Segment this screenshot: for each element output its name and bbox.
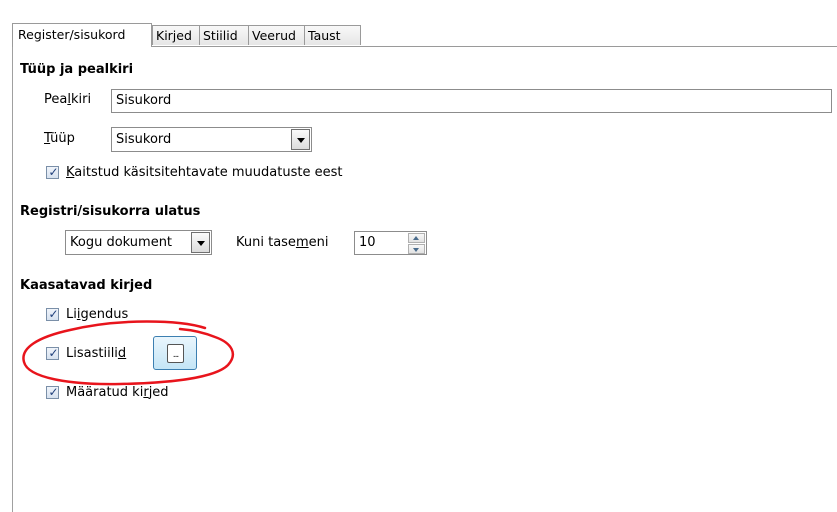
- chevron-down-icon[interactable]: [291, 129, 310, 150]
- title-input[interactable]: Sisukord: [111, 89, 832, 113]
- additional-styles-label: Lisastiilid: [66, 346, 127, 361]
- index-marks-label: Määratud kirjed: [66, 385, 169, 400]
- section-type-and-title: Tüüp ja pealkiri: [20, 62, 134, 77]
- type-select[interactable]: Sisukord: [111, 127, 312, 152]
- tab-register-sisukord[interactable]: Register/sisukord: [12, 23, 152, 47]
- panel-border: [12, 46, 13, 512]
- type-select-value: Sisukord: [116, 132, 172, 147]
- tab-stiilid[interactable]: Stiilid: [199, 25, 249, 45]
- spin-down-icon[interactable]: [408, 244, 425, 254]
- tab-veerud[interactable]: Veerud: [248, 25, 305, 45]
- ellipsis-icon: ...: [167, 344, 184, 363]
- level-spinner[interactable]: 10: [354, 231, 427, 255]
- spin-up-icon[interactable]: [408, 233, 425, 243]
- tab-taust[interactable]: Taust: [304, 25, 361, 45]
- type-label: Tüüp: [44, 131, 75, 146]
- title-label: Pealkiri: [44, 92, 92, 107]
- outline-label: Liigendus: [66, 307, 129, 322]
- level-value: 10: [359, 235, 376, 250]
- index-marks-checkbox[interactable]: ✓: [46, 385, 59, 399]
- additional-styles-checkbox[interactable]: ✓: [46, 346, 59, 360]
- checkmark-icon: ✓: [48, 165, 59, 179]
- assign-styles-button[interactable]: ...: [153, 336, 197, 370]
- checkmark-icon: ✓: [48, 346, 59, 360]
- scope-select[interactable]: Kogu dokument: [65, 230, 212, 255]
- checkmark-icon: ✓: [48, 307, 59, 321]
- protect-manual-changes-checkbox[interactable]: ✓: [46, 165, 59, 179]
- section-scope: Registri/sisukorra ulatus: [20, 204, 201, 219]
- outline-checkbox[interactable]: ✓: [46, 307, 59, 321]
- checkmark-icon: ✓: [48, 385, 59, 399]
- evaluate-up-to-level-label: Kuni tasemeni: [236, 235, 329, 250]
- chevron-down-icon[interactable]: [191, 232, 210, 253]
- spin-buttons: [408, 233, 425, 254]
- tab-kirjed[interactable]: Kirjed: [152, 25, 200, 45]
- section-create-from: Kaasatavad kirjed: [20, 278, 153, 293]
- protect-manual-changes-label: Kaitstud käsitsitehtavate muudatuste ees…: [66, 165, 343, 180]
- scope-select-value: Kogu dokument: [70, 235, 173, 250]
